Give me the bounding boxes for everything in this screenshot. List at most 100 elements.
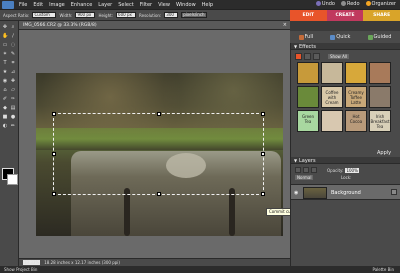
effect-thumbnail[interactable]: Creamy Toffee Latte: [345, 86, 367, 108]
adjustment-layer-icon[interactable]: [303, 167, 309, 173]
tab-create[interactable]: CREATE: [326, 10, 364, 21]
pencil-tool-icon[interactable]: ✏: [10, 123, 16, 129]
menu-window[interactable]: Window: [176, 2, 196, 8]
document-tab[interactable]: IMG_0566.CR2 @ 33.3% (RGB/8) ×: [19, 21, 290, 30]
effect-thumbnail[interactable]: [297, 62, 319, 84]
filters-icon[interactable]: [295, 52, 302, 60]
eyedropper-tool-icon[interactable]: ∕: [10, 33, 16, 39]
photo-effects-icon[interactable]: [313, 52, 320, 60]
effect-thumbnail[interactable]: [369, 86, 391, 108]
redo-icon: [340, 1, 346, 6]
clone-stamp-icon[interactable]: ⌂: [2, 87, 8, 93]
layers-panel-header[interactable]: ▼ Layers: [291, 157, 400, 164]
gradient-tool-icon[interactable]: ▤: [10, 105, 16, 111]
visibility-eye-icon[interactable]: ◉: [294, 190, 298, 196]
cookie-cutter-icon[interactable]: ★: [2, 69, 8, 75]
text-tool-icon[interactable]: T: [2, 60, 8, 66]
effect-thumbnail[interactable]: [345, 62, 367, 84]
delete-layer-icon[interactable]: [311, 167, 317, 173]
menu-file[interactable]: File: [19, 2, 27, 8]
collapse-triangle-icon[interactable]: ▼: [294, 158, 297, 163]
shape-tool-icon[interactable]: ■: [2, 114, 8, 120]
crop-selection[interactable]: [52, 112, 265, 196]
aspect-ratio-select[interactable]: Custom: [32, 12, 57, 18]
crop-handle-bottom[interactable]: [157, 192, 161, 196]
smart-brush-icon[interactable]: ✑: [10, 96, 16, 102]
undo-button[interactable]: Undo: [315, 1, 335, 7]
menu-help[interactable]: Help: [202, 2, 213, 8]
crop-handle-top-right[interactable]: [261, 112, 265, 116]
organizer-button[interactable]: Organizer: [365, 1, 396, 7]
magic-wand-tool-icon[interactable]: ✶: [2, 51, 8, 57]
tab-guided[interactable]: Guided: [367, 34, 391, 40]
undo-label: Undo: [321, 1, 335, 7]
effect-thumbnail[interactable]: Coffee with Cream: [321, 86, 343, 108]
brush-tool-icon[interactable]: ✐: [2, 96, 8, 102]
height-field[interactable]: 600 px: [116, 12, 137, 18]
crop-handle-right[interactable]: [261, 152, 265, 156]
crop-handle-top[interactable]: [157, 112, 161, 116]
menu-view[interactable]: View: [158, 2, 170, 8]
tab-quick[interactable]: Quick: [330, 34, 350, 40]
resolution-unit-select[interactable]: pixels/inch: [181, 12, 208, 18]
lasso-tool-icon[interactable]: ◌: [10, 42, 16, 48]
menu-edit[interactable]: Edit: [33, 2, 43, 8]
tab-share[interactable]: SHARE: [363, 10, 400, 21]
document-title: IMG_0566.CR2 @ 33.3% (RGB/8): [23, 23, 97, 28]
effect-thumbnail[interactable]: [297, 86, 319, 108]
effect-thumbnail[interactable]: Green Tea: [297, 110, 319, 132]
blur-tool-icon[interactable]: ●: [10, 114, 16, 120]
menu-filter[interactable]: Filter: [140, 2, 152, 8]
crop-handle-bottom-left[interactable]: [52, 192, 56, 196]
move-tool-icon[interactable]: ✥: [2, 24, 8, 30]
crop-handle-left[interactable]: [52, 152, 56, 156]
menu-image[interactable]: Image: [49, 2, 65, 8]
opacity-field[interactable]: 100%: [345, 167, 359, 173]
menu-enhance[interactable]: Enhance: [71, 2, 93, 8]
hand-tool-icon[interactable]: ✋: [2, 33, 8, 39]
background-color-swatch[interactable]: [7, 174, 18, 185]
crop-tool-icon[interactable]: ⌗: [10, 60, 16, 66]
guided-icon: [367, 34, 373, 40]
tab-full-label: Full: [304, 34, 314, 40]
spot-healing-icon[interactable]: ✚: [10, 78, 16, 84]
palette-bin-button[interactable]: Palette Bin: [372, 267, 394, 272]
apply-button[interactable]: Apply: [377, 150, 391, 156]
selection-brush-icon[interactable]: ✎: [10, 51, 16, 57]
document-info[interactable]: 18.28 inches x 12.17 inches (300 ppi): [44, 260, 120, 265]
lock-label: Lock:: [341, 175, 352, 180]
resolution-field[interactable]: 300: [164, 12, 179, 18]
new-layer-icon[interactable]: [295, 167, 301, 173]
layer-row[interactable]: ◉ Background: [291, 184, 400, 200]
effect-thumbnail[interactable]: Irish Breakfast Tea: [369, 110, 391, 132]
tab-edit[interactable]: EDIT: [290, 10, 327, 21]
zoom-field[interactable]: 33.33%: [23, 260, 41, 265]
sponge-tool-icon[interactable]: ◐: [2, 123, 8, 129]
menu-select[interactable]: Select: [118, 2, 133, 8]
eraser-tool-icon[interactable]: ▱: [10, 87, 16, 93]
show-project-bin-button[interactable]: Show Project Bin: [4, 267, 37, 272]
menu-layer[interactable]: Layer: [98, 2, 112, 8]
crop-handle-top-left[interactable]: [52, 112, 56, 116]
effects-grid: Coffee with Cream Creamy Toffee Latte Gree…: [297, 62, 395, 132]
red-eye-tool-icon[interactable]: ◉: [2, 78, 8, 84]
zoom-tool-icon[interactable]: ⌕: [10, 24, 16, 30]
close-icon[interactable]: ×: [283, 22, 287, 28]
layer-styles-icon[interactable]: [304, 52, 311, 60]
straighten-tool-icon[interactable]: ⊿: [10, 69, 16, 75]
show-all-select[interactable]: Show All: [328, 53, 350, 59]
tool-options-bar: Aspect Ratio: Custom Width: 900 px Heigh…: [0, 10, 290, 21]
effect-thumbnail[interactable]: [321, 110, 343, 132]
collapse-triangle-icon[interactable]: ▼: [294, 44, 297, 49]
effect-thumbnail[interactable]: Hot Cocoa: [345, 110, 367, 132]
paint-bucket-icon[interactable]: ◆: [2, 105, 8, 111]
marquee-tool-icon[interactable]: ▭: [2, 42, 8, 48]
effects-panel-header[interactable]: ▼ Effects: [291, 43, 400, 50]
crop-handle-bottom-right[interactable]: [261, 192, 265, 196]
redo-button[interactable]: Redo: [340, 1, 360, 7]
blend-mode-select[interactable]: Normal: [295, 175, 314, 180]
effect-thumbnail[interactable]: [321, 62, 343, 84]
effect-thumbnail[interactable]: [369, 62, 391, 84]
width-field[interactable]: 900 px: [75, 12, 96, 18]
tab-full[interactable]: Full: [298, 34, 314, 40]
